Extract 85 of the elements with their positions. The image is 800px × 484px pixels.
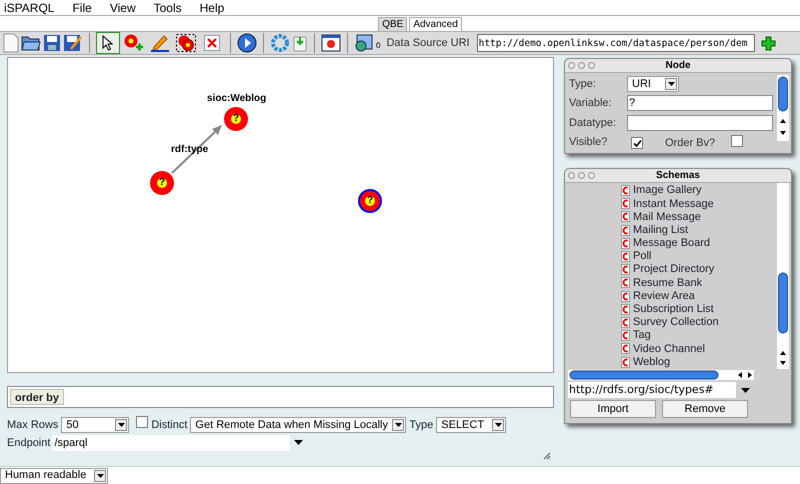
class-icon: [621, 356, 630, 368]
datatype-label: Datatype:: [569, 116, 618, 130]
caret-icon: [494, 422, 502, 427]
caret-icon[interactable]: [294, 440, 304, 446]
variable-label: Variable:: [569, 96, 613, 112]
node-type-select[interactable]: URI: [627, 76, 679, 92]
play-icon[interactable]: [237, 33, 257, 53]
max-rows-label: Max Rows: [7, 418, 58, 432]
panel-button[interactable]: Import: [570, 400, 656, 418]
order-by-button[interactable]: order by: [10, 389, 64, 405]
visible-label: Visible?: [569, 134, 608, 150]
caret-icon: [668, 82, 674, 86]
class-icon: [621, 211, 630, 222]
pointer-icon: [101, 35, 115, 51]
order-by-field[interactable]: order by: [7, 386, 554, 408]
node-label: sioc:Weblog: [207, 93, 266, 105]
endpoint-field[interactable]: /sparql: [52, 434, 290, 451]
distinct-label: Distinct: [151, 418, 188, 432]
source-count: 0: [376, 40, 380, 52]
save-icon[interactable]: [43, 34, 61, 52]
open-folder-icon[interactable]: [21, 34, 41, 52]
graph-node[interactable]: ?: [358, 189, 382, 213]
schema-uri-field[interactable]: http://rdfs.org/sioc/types#: [568, 382, 736, 398]
menu-item[interactable]: View: [110, 0, 136, 16]
class-icon: [621, 330, 630, 342]
class-icon: [621, 316, 630, 328]
class-icon: [621, 198, 630, 210]
data-source-label: Data Source URI: [386, 36, 470, 51]
database-icon[interactable]: [354, 34, 374, 52]
caret-icon: [118, 422, 125, 427]
gear-icon[interactable]: [270, 33, 290, 53]
endpoint-label: Endpoint: [7, 436, 50, 450]
caret-icon[interactable]: [741, 388, 750, 392]
query-canvas[interactable]: sioc:Weblog ? ? rdf:type ?: [7, 57, 554, 373]
class-icon: [621, 264, 630, 276]
output-format-select[interactable]: Human readable: [0, 468, 108, 484]
delete-icon: [204, 35, 220, 51]
tool-button[interactable]: [96, 32, 120, 54]
resize-grip-icon: [543, 452, 551, 460]
menu-item[interactable]: File: [72, 0, 92, 16]
checkbox[interactable]: [136, 416, 148, 428]
horizontal-scrollbar[interactable]: [568, 370, 754, 380]
tab[interactable]: QBE: [378, 17, 408, 31]
nodes-group-icon: [176, 34, 196, 52]
graph-node[interactable]: ?: [224, 107, 248, 131]
menu-item[interactable]: Tools: [154, 0, 182, 16]
checkbox[interactable]: [731, 134, 744, 147]
class-icon: [621, 224, 630, 236]
vertical-scrollbar[interactable]: [777, 75, 789, 141]
class-icon: [621, 304, 630, 315]
vertical-scrollbar[interactable]: [777, 183, 789, 369]
menu-item[interactable]: Help: [200, 0, 224, 16]
panel-title: Schemas: [655, 169, 701, 183]
add-node-icon: [124, 34, 144, 52]
max-rows-select[interactable]: 50: [61, 416, 130, 433]
class-icon: [621, 238, 630, 249]
query-type-select[interactable]: SELECT: [436, 416, 506, 433]
variable-field[interactable]: ?: [627, 95, 773, 112]
class-icon: [621, 290, 630, 302]
type-label: Type:: [569, 77, 597, 92]
data-source-field[interactable]: http://demo.openlinksw.com/dataspace/person/dem: [476, 34, 755, 52]
caret-icon: [96, 474, 104, 478]
graph-node[interactable]: ?: [150, 171, 174, 195]
import-icon[interactable]: [292, 34, 308, 52]
edge-label: rdf:type: [171, 143, 208, 157]
tab[interactable]: Advanced: [409, 17, 462, 31]
edge-arrow: [171, 124, 223, 174]
panel-button[interactable]: Remove: [662, 400, 748, 418]
caret-icon: [394, 422, 402, 427]
tool-button[interactable]: [174, 32, 198, 54]
add-icon[interactable]: [760, 36, 776, 50]
type-label: Type: [409, 418, 434, 432]
checkbox[interactable]: [631, 137, 643, 150]
remote-data-select[interactable]: Get Remote Data when Missing Locally: [190, 416, 406, 433]
datatype-field[interactable]: [627, 114, 773, 130]
class-icon: [621, 251, 630, 262]
window-icon[interactable]: [321, 34, 341, 52]
order-by-label: Order Bv?: [665, 136, 716, 152]
class-icon: [621, 185, 630, 196]
class-icon: [621, 343, 630, 354]
save-edit-icon[interactable]: [63, 34, 83, 52]
panel-title: Node: [664, 59, 692, 73]
pencil-icon: [150, 34, 170, 52]
menu-item[interactable]: iSPARQL: [4, 0, 54, 16]
class-icon: [621, 277, 630, 288]
